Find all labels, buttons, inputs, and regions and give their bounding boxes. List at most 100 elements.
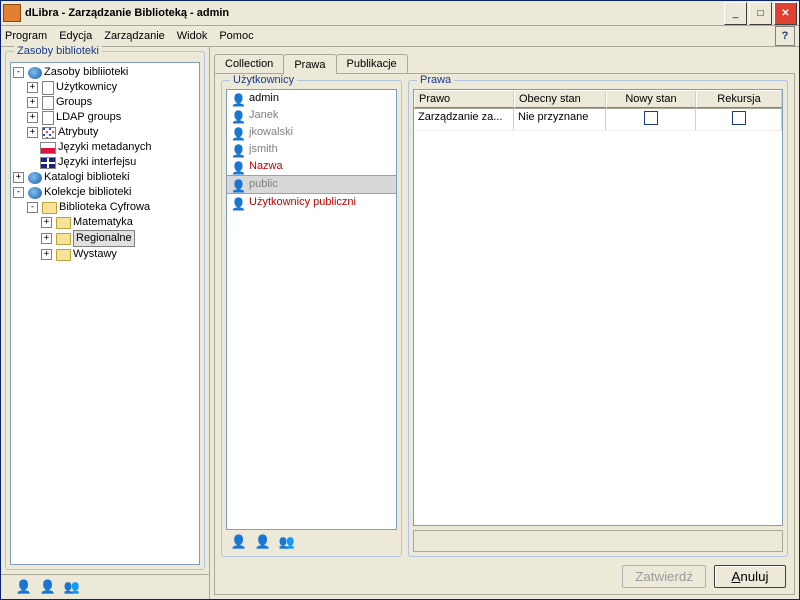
user-label: jkowalski (249, 125, 293, 140)
cell-nowy[interactable] (606, 109, 696, 130)
flag-pl-icon (40, 142, 56, 154)
left-legend: Zasoby biblioteki (14, 45, 102, 57)
users-legend: Użytkownicy (230, 74, 297, 86)
expander-icon[interactable]: + (27, 97, 38, 108)
menu-pomoc[interactable]: Pomoc (219, 30, 253, 42)
checkbox[interactable] (732, 111, 746, 125)
cancel-button[interactable]: Anuluj (714, 565, 786, 588)
user-icon: 👤 (231, 179, 245, 191)
user-row[interactable]: 👤 jsmith (227, 141, 396, 158)
group-icon[interactable]: 👥 (280, 535, 294, 549)
menu-edycja[interactable]: Edycja (59, 30, 92, 42)
tab-prawa[interactable]: Prawa (283, 54, 336, 74)
cell-rekursja[interactable] (696, 109, 782, 130)
expander-icon[interactable]: + (27, 127, 38, 138)
dots-icon (42, 127, 56, 139)
tabs: Collection Prawa Publikacje (214, 51, 795, 73)
col-obecny[interactable]: Obecny stan (514, 90, 606, 108)
tree-node[interactable]: Kolekcje biblioteki (44, 185, 131, 200)
confirm-button: Zatwierdź (622, 565, 706, 588)
table-row[interactable]: Zarządzanie za...Nie przyznane (414, 109, 782, 131)
group-icon[interactable]: 👥 (65, 580, 79, 594)
user-row[interactable]: 👤Nazwa (227, 158, 396, 175)
minimize-button[interactable]: _ (724, 2, 747, 25)
window-title: dLibra - Zarządzanie Biblioteką - admin (25, 7, 724, 19)
tree-node[interactable]: Użytkownicy (56, 80, 117, 95)
user-row[interactable]: 👤 Janek (227, 107, 396, 124)
user-label: public (249, 177, 278, 192)
doc-icon (42, 96, 54, 110)
user-red-icon[interactable]: 👤 (41, 580, 55, 594)
user-row[interactable]: 👤 admin (227, 90, 396, 107)
tab-collection[interactable]: Collection (214, 54, 284, 73)
tree-node[interactable]: Matematyka (73, 215, 133, 230)
folder-icon (56, 233, 71, 245)
cell-prawo: Zarządzanie za... (414, 109, 514, 130)
doc-icon (42, 111, 54, 125)
expander-icon[interactable]: + (13, 172, 24, 183)
tree-node[interactable]: Biblioteka Cyfrowa (59, 200, 150, 215)
user-list[interactable]: 👤admin👤Janek👤jkowalski👤jsmith👤Nazwa👤publ… (226, 89, 397, 530)
user-row[interactable]: 👤jkowalski (227, 124, 396, 141)
left-toolbar: 👤 👤 👥 (1, 574, 209, 599)
resource-tree[interactable]: - Zasoby bibliioteki + Użytkownicy + Groups… (10, 62, 200, 565)
maximize-button[interactable]: □ (749, 2, 772, 25)
tree-node[interactable]: Groups (56, 95, 92, 110)
tab-pane: Użytkownicy 👤admin👤Janek👤jkowalski👤jsmit… (214, 73, 795, 595)
menu-widok[interactable]: Widok (177, 30, 208, 42)
expander-icon[interactable]: + (27, 112, 38, 123)
expander-icon[interactable]: + (41, 217, 52, 228)
user-label: jsmith (249, 142, 278, 157)
menubar: Program Edycja Zarządzanie Widok Pomoc ? (1, 26, 799, 47)
folder-icon (56, 249, 71, 261)
tree-node[interactable]: Wystawy (73, 247, 117, 262)
globe-icon (28, 187, 42, 199)
user-icon: 👤 (231, 110, 245, 122)
globe-icon (28, 67, 42, 79)
expander-icon[interactable]: + (41, 233, 52, 244)
tree-node[interactable]: Katalogi biblioteki (44, 170, 130, 185)
menu-zarzadzanie[interactable]: Zarządzanie (104, 30, 165, 42)
menu-program[interactable]: Program (5, 30, 47, 42)
folder-open-icon (42, 202, 57, 214)
expander-icon[interactable]: + (27, 82, 38, 93)
rights-table[interactable]: Prawo Obecny stan Nowy stan Rekursja Zar… (413, 89, 783, 526)
user-label: admin (249, 91, 279, 106)
user-icon: 👤 (231, 197, 245, 209)
user-label: Użytkownicy publiczni (249, 195, 356, 210)
tree-node[interactable]: Zasoby bibliioteki (44, 65, 128, 80)
user-label: Nazwa (249, 159, 283, 174)
cell-obecny: Nie przyznane (514, 109, 606, 130)
user-icon[interactable]: 👤 (256, 535, 270, 549)
expander-icon[interactable]: - (13, 187, 24, 198)
checkbox[interactable] (644, 111, 658, 125)
left-groupbox: Zasoby biblioteki -Zasoby bibliioteki +U… (5, 51, 205, 570)
folder-icon (56, 217, 71, 229)
expander-icon[interactable]: - (13, 67, 24, 78)
doc-icon (42, 81, 54, 95)
help-icon[interactable]: ? (775, 26, 795, 46)
user-row[interactable]: 👤 public (227, 175, 396, 194)
tree-node-selected[interactable]: Regionalne (73, 230, 135, 247)
tree-node[interactable]: Atrybuty (58, 125, 98, 140)
user-toolbar: 👤 👤 👥 (226, 530, 397, 552)
flag-gb-icon (40, 157, 56, 169)
expander-icon[interactable]: - (27, 202, 38, 213)
close-button[interactable]: ✕ (774, 2, 797, 25)
tree-node[interactable]: Języki metadanych (58, 140, 152, 155)
user-icon[interactable]: 👤 (17, 580, 31, 594)
tree-node[interactable]: LDAP groups (56, 110, 121, 125)
expander-icon[interactable]: + (41, 249, 52, 260)
user-row[interactable]: 👤 Użytkownicy publiczni (227, 194, 396, 211)
user-red-icon[interactable]: 👤 (232, 535, 246, 549)
col-nowy[interactable]: Nowy stan (606, 90, 696, 108)
col-rekursja[interactable]: Rekursja (696, 90, 782, 108)
tab-publikacje[interactable]: Publikacje (336, 54, 408, 73)
col-prawo[interactable]: Prawo (414, 90, 514, 108)
globe-icon (28, 172, 42, 184)
user-label: Janek (249, 108, 278, 123)
rights-group: Prawa Prawo Obecny stan Nowy stan Rekurs… (408, 80, 788, 557)
user-icon: 👤 (231, 144, 245, 156)
user-icon: 👤 (231, 93, 245, 105)
tree-node[interactable]: Języki interfejsu (58, 155, 136, 170)
